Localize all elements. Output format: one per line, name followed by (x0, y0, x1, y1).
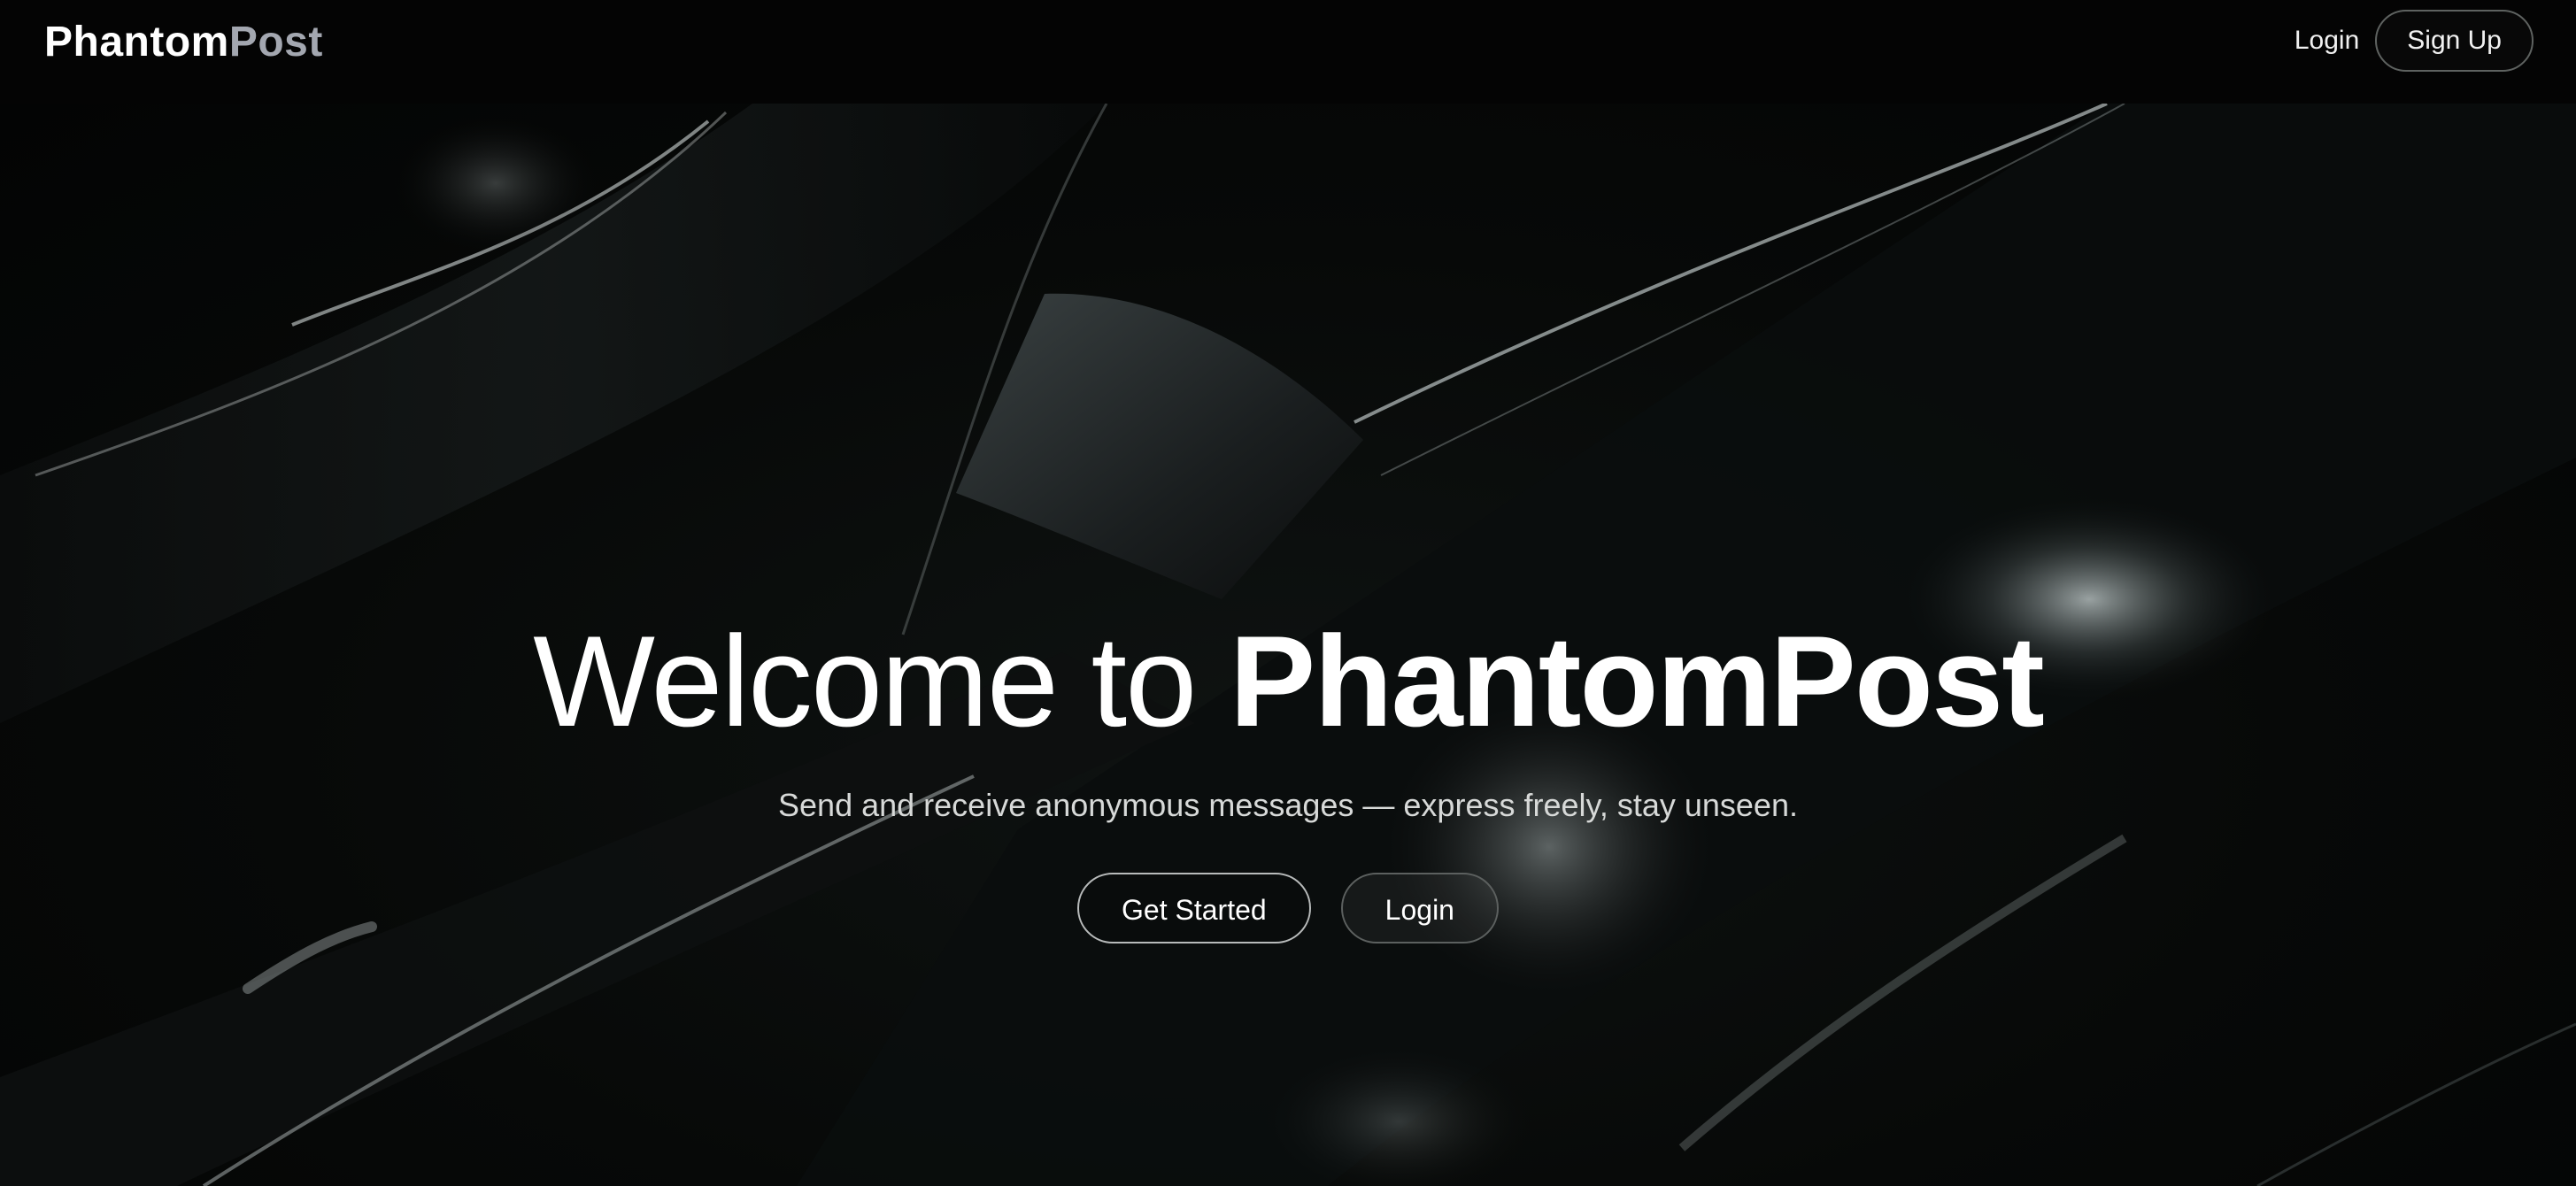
nav-login-link[interactable]: Login (2293, 13, 2361, 68)
hero-title-prefix: Welcome to (533, 609, 1230, 753)
nav-actions: Login Sign Up (2293, 10, 2534, 72)
landing-page: PhantomPost Login Sign Up Welcome to Pha… (0, 0, 2576, 1186)
brand-logo[interactable]: PhantomPost (44, 16, 323, 69)
hero-subtitle: Send and receive anonymous messages — ex… (778, 787, 1798, 823)
hero-login-button[interactable]: Login (1340, 873, 1499, 943)
hero-section: Welcome to PhantomPost Send and receive … (0, 611, 2576, 943)
brand-name-secondary: Post (228, 19, 323, 65)
brand-name-primary: Phantom (44, 19, 229, 65)
top-navbar: PhantomPost Login Sign Up (0, 0, 2576, 104)
get-started-button[interactable]: Get Started (1077, 873, 1311, 943)
hero-title-brand: PhantomPost (1229, 609, 2045, 753)
hero-title: Welcome to PhantomPost (0, 611, 2576, 752)
hero-cta-group: Get Started Login (0, 873, 2576, 943)
nav-signup-button[interactable]: Sign Up (2375, 10, 2534, 72)
